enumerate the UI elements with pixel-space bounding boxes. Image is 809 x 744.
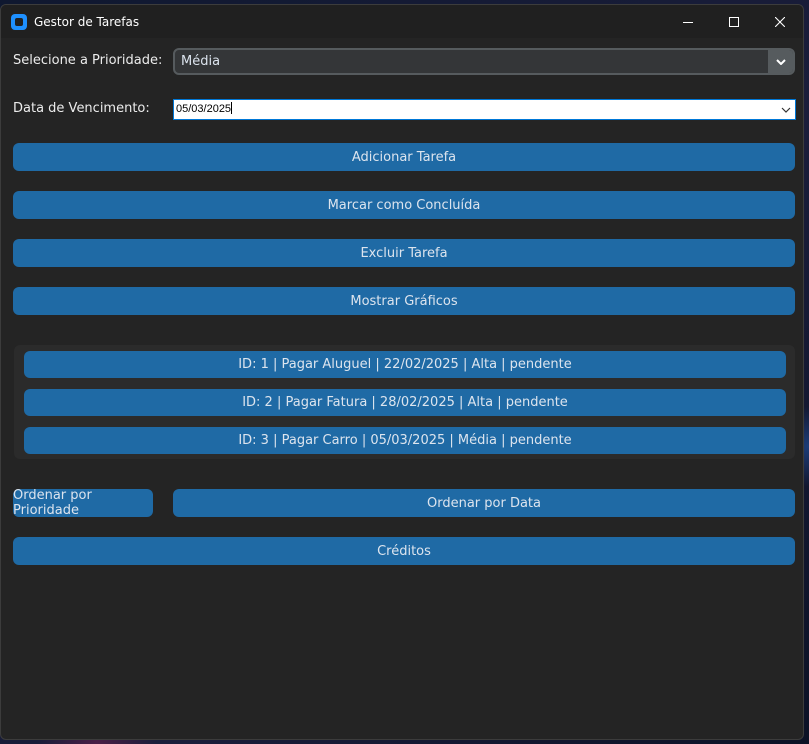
due-date-input[interactable]: 05/03/2025 [176, 102, 233, 115]
due-date-value: 05/03/2025 [176, 103, 232, 115]
window-title: Gestor de Tarefas [34, 14, 140, 29]
mark-complete-button[interactable]: Marcar como Concluída [13, 191, 795, 219]
due-date-picker[interactable]: 05/03/2025 [173, 99, 796, 120]
task-list: ID: 1 | Pagar Aluguel | 22/02/2025 | Alt… [14, 345, 795, 459]
due-date-label: Data de Vencimento: [13, 101, 150, 116]
task-item[interactable]: ID: 2 | Pagar Fatura | 28/02/2025 | Alta… [24, 389, 786, 416]
priority-selected-value: Média [181, 54, 221, 69]
minimize-icon [683, 21, 693, 23]
chevron-down-icon [781, 107, 791, 113]
close-button[interactable] [757, 5, 803, 38]
app-icon [11, 13, 27, 30]
close-icon [775, 16, 785, 27]
minimize-button[interactable] [665, 5, 711, 38]
priority-label: Selecione a Prioridade: [13, 53, 163, 68]
window-controls [665, 5, 803, 38]
maximize-icon [729, 16, 739, 27]
show-charts-button[interactable]: Mostrar Gráficos [13, 287, 795, 315]
title-bar[interactable]: Gestor de Tarefas [1, 5, 803, 38]
priority-dropdown[interactable]: Média [173, 48, 795, 75]
chevron-down-icon [775, 58, 786, 65]
sort-by-priority-button[interactable]: Ordenar por Prioridade [13, 488, 153, 518]
date-dropdown-button[interactable] [779, 103, 793, 117]
maximize-button[interactable] [711, 5, 757, 38]
dropdown-arrow-button[interactable] [768, 50, 793, 73]
credits-button[interactable]: Créditos [13, 537, 795, 565]
text-caret [231, 102, 233, 114]
task-item[interactable]: ID: 3 | Pagar Carro | 05/03/2025 | Média… [24, 427, 786, 454]
app-window: Gestor de Tarefas Selecione a Prioridade… [0, 4, 804, 740]
task-item[interactable]: ID: 1 | Pagar Aluguel | 22/02/2025 | Alt… [24, 351, 786, 378]
add-task-button[interactable]: Adicionar Tarefa [13, 143, 795, 171]
delete-task-button[interactable]: Excluir Tarefa [13, 239, 795, 267]
sort-by-date-button[interactable]: Ordenar por Data [173, 489, 795, 517]
